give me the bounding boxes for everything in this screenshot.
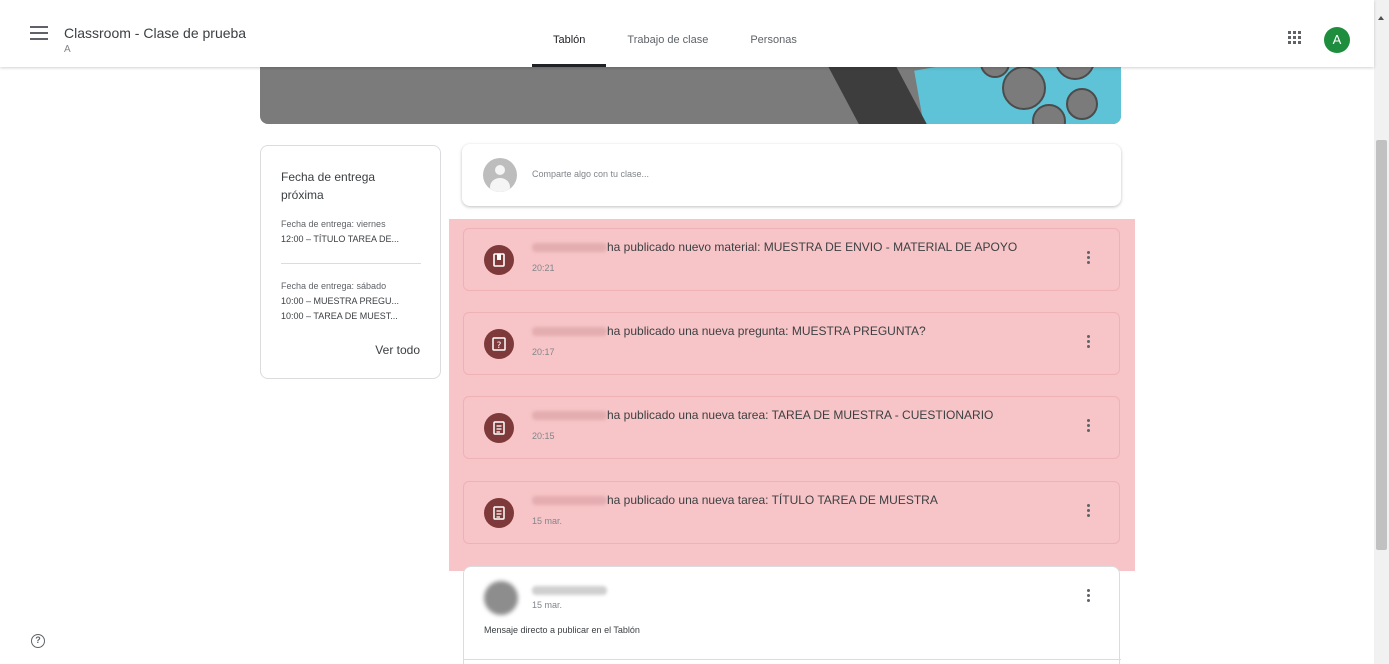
assignment-icon	[484, 498, 514, 528]
post-text: ha publicado una nueva pregunta: MUESTRA…	[607, 324, 926, 338]
post-text: ha publicado nuevo material: MUESTRA DE …	[607, 240, 1018, 254]
post-author-blurred	[532, 411, 607, 420]
stream-post[interactable]: ? ha publicado una nueva pregunta: MUEST…	[463, 312, 1120, 375]
page-scrollbar[interactable]	[1374, 0, 1389, 664]
scrollbar-thumb[interactable]	[1376, 140, 1387, 550]
upcoming-work-card: Fecha de entrega próxima Fecha de entreg…	[260, 145, 441, 379]
post-text: ha publicado una nueva tarea: TAREA DE M…	[607, 408, 994, 422]
divider	[464, 659, 1121, 660]
stream-post[interactable]: ha publicado una nueva tarea: TAREA DE M…	[463, 396, 1120, 459]
upcoming-due-label: Fecha de entrega: viernes	[281, 219, 386, 229]
help-icon[interactable]: ?	[31, 634, 45, 648]
announcement-card: 15 mar. Mensaje directo a publicar en el…	[463, 566, 1121, 664]
share-with-class-box[interactable]: Comparte algo con tu clase...	[462, 144, 1121, 206]
question-icon: ?	[484, 329, 514, 359]
post-text: ha publicado una nueva tarea: TÍTULO TAR…	[607, 493, 938, 507]
tab-classwork[interactable]: Trabajo de clase	[606, 0, 729, 67]
post-time: 15 mar.	[532, 516, 563, 526]
main-menu-icon[interactable]	[30, 26, 48, 40]
class-title[interactable]: Classroom - Clase de prueba	[64, 25, 246, 41]
view-all-link[interactable]: Ver todo	[375, 343, 420, 357]
google-apps-icon[interactable]	[1288, 31, 1304, 47]
more-options-icon[interactable]	[1084, 419, 1092, 437]
more-options-icon[interactable]	[1084, 589, 1092, 607]
tab-people[interactable]: Personas	[729, 0, 817, 67]
upcoming-item-link[interactable]: 12:00 – TÍTULO TAREA DE...	[281, 232, 431, 246]
account-avatar[interactable]: A	[1324, 27, 1350, 53]
more-options-icon[interactable]	[1084, 335, 1092, 353]
stream-post[interactable]: ha publicado nuevo material: MUESTRA DE …	[463, 228, 1120, 291]
class-section: A	[64, 44, 71, 55]
upcoming-due-label: Fecha de entrega: sábado	[281, 281, 387, 291]
tab-stream[interactable]: Tablón	[532, 0, 607, 67]
author-name-blurred	[532, 586, 607, 595]
assignment-icon	[484, 413, 514, 443]
post-time: 20:17	[532, 347, 555, 357]
upcoming-title: Fecha de entrega próxima	[281, 170, 376, 202]
more-options-icon[interactable]	[1084, 504, 1092, 522]
announcement-text: Mensaje directo a publicar en el Tablón	[484, 625, 640, 635]
more-options-icon[interactable]	[1084, 251, 1092, 269]
post-author-blurred	[532, 243, 607, 252]
post-author-blurred	[532, 496, 607, 505]
top-app-bar: Classroom - Clase de prueba A Tablón Tra…	[0, 0, 1374, 67]
class-banner	[260, 60, 1121, 124]
user-avatar-icon	[483, 158, 517, 192]
class-tabs: Tablón Trabajo de clase Personas	[532, 0, 818, 67]
banner-circle	[1002, 66, 1046, 110]
upcoming-item-link[interactable]: 10:00 – MUESTRA PREGU...	[281, 294, 431, 308]
post-time: 20:21	[532, 263, 555, 273]
svg-text:?: ?	[497, 341, 502, 351]
banner-circle	[1066, 88, 1098, 120]
scroll-up-arrow-icon[interactable]	[1378, 16, 1384, 20]
material-icon	[484, 245, 514, 275]
compose-placeholder: Comparte algo con tu clase...	[532, 169, 650, 179]
announcement-time: 15 mar.	[532, 600, 563, 610]
stream-post[interactable]: ha publicado una nueva tarea: TÍTULO TAR…	[463, 481, 1120, 544]
post-author-blurred	[532, 327, 607, 336]
post-time: 20:15	[532, 431, 555, 441]
author-avatar	[484, 581, 518, 615]
divider	[281, 263, 421, 264]
upcoming-item-link[interactable]: 10:00 – TAREA DE MUEST...	[281, 309, 431, 323]
